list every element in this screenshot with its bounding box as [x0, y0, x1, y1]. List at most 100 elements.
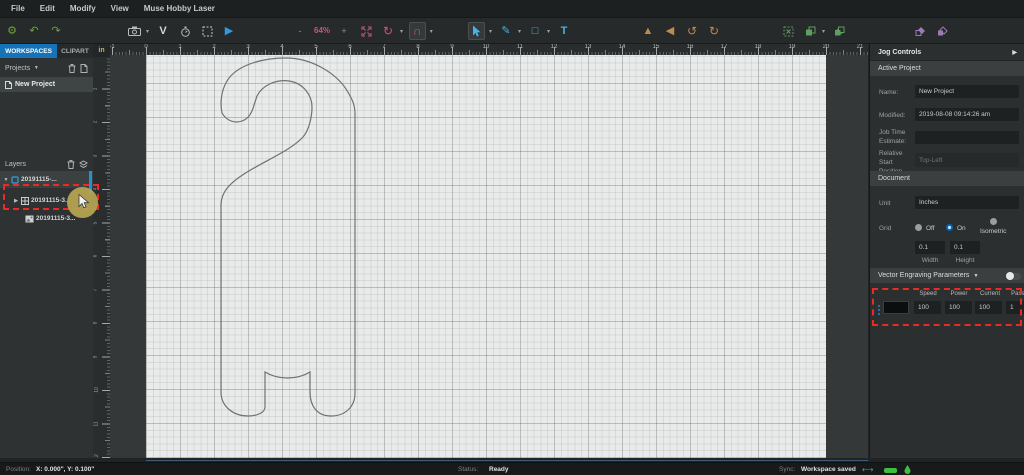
snap-magnet-icon[interactable]: ∩ — [409, 22, 426, 40]
select-tool-icon[interactable] — [468, 22, 485, 40]
menu-edit[interactable]: Edit — [40, 4, 55, 13]
connection-link-icon: ⟷ — [862, 465, 873, 474]
jog-controls-row[interactable]: Jog Controls ▶ — [870, 44, 1024, 61]
ruler-tick-number: 9 — [450, 44, 453, 50]
column-header-power: Power — [945, 291, 973, 297]
settings-gear-icon[interactable]: ⚙ — [4, 22, 20, 40]
horizontal-scrollbar-thumb[interactable] — [146, 460, 868, 461]
undo-icon[interactable]: ↶ — [26, 22, 42, 40]
frame-perimeter-icon[interactable] — [199, 22, 215, 40]
grid-height-input[interactable]: 0.1 — [950, 241, 980, 254]
ungroup-objects-icon[interactable] — [831, 22, 847, 40]
camera-caret-icon[interactable]: ▾ — [146, 28, 149, 35]
relative-start-select[interactable]: Top-Left — [915, 153, 1019, 167]
run-job-play-icon[interactable]: ▶ — [221, 22, 237, 40]
zoom-level-value[interactable]: 64% — [314, 22, 330, 40]
grid-isometric-radio[interactable] — [990, 218, 997, 225]
ruler-tick-number: 15 — [653, 44, 660, 50]
layer-expand-caret-icon[interactable]: ▼ — [3, 177, 9, 183]
pen-tool-icon[interactable]: ✎ — [498, 22, 514, 40]
grid-on-radio[interactable] — [946, 224, 953, 231]
layers-header: Layers — [0, 157, 93, 171]
canvas-page[interactable] — [146, 55, 826, 458]
power-input[interactable]: 100 — [945, 301, 972, 314]
zoom-out-button[interactable]: - — [292, 22, 308, 40]
ruler-tick-number: 5 — [314, 44, 317, 50]
add-node-icon[interactable] — [934, 22, 950, 40]
left-sidebar: WORKSPACES CLIPART Projects ▼ New Projec… — [0, 44, 93, 458]
position-label: Position: — [6, 466, 31, 473]
menu-file[interactable]: File — [11, 4, 25, 13]
project-name-input[interactable]: New Project — [915, 85, 1019, 98]
ruler-tick-number: 14 — [619, 44, 626, 50]
document-section-header[interactable]: Document — [870, 171, 1024, 186]
grid-on-label: On — [957, 225, 966, 232]
status-bar: Position: X: 0.000", Y: 0.100" Status: R… — [0, 462, 1024, 475]
modified-value: 2019-08-08 09:14:26 am — [915, 108, 1019, 121]
shape-tool-caret-icon[interactable]: ▾ — [547, 28, 550, 35]
grid-off-label: Off — [926, 225, 935, 232]
new-project-icon[interactable] — [80, 64, 88, 73]
rotate-ccw-icon[interactable]: ↺ — [684, 22, 700, 40]
door-hanger-shape[interactable] — [146, 55, 826, 458]
menu-view[interactable]: View — [111, 4, 129, 13]
snap-magnet-caret-icon[interactable]: ▾ — [430, 28, 433, 35]
menu-muse-hobby-laser[interactable]: Muse Hobby Laser — [144, 4, 215, 13]
layer-row-group[interactable]: ▼ 20191115-... — [0, 171, 93, 188]
vector-preview-icon[interactable]: V — [155, 22, 171, 40]
zoom-in-button[interactable]: + — [336, 22, 352, 40]
select-tool-caret-icon[interactable]: ▾ — [489, 28, 492, 35]
modified-label: Modified: — [879, 112, 905, 121]
group-caret-icon[interactable]: ▾ — [822, 28, 825, 35]
vector-params-toggle[interactable] — [1006, 273, 1021, 280]
tab-clipart[interactable]: CLIPART — [57, 44, 93, 58]
row-drag-handle[interactable] — [878, 305, 880, 315]
zoom-fit-expand-icon[interactable] — [358, 22, 374, 40]
text-tool-icon[interactable]: T — [556, 22, 572, 40]
rotate-view-caret-icon[interactable]: ▾ — [400, 28, 403, 35]
grid-width-input[interactable]: 0.1 — [915, 241, 945, 254]
canvas-viewport[interactable] — [110, 55, 868, 458]
selection-marquee-icon[interactable] — [780, 22, 796, 40]
ruler-unit-label: in — [93, 44, 110, 57]
flip-horizontal-icon[interactable]: ◀ — [662, 22, 678, 40]
active-project-section-header[interactable]: Active Project — [870, 61, 1024, 76]
application-window: File Edit Modify View Muse Hobby Laser ⚙… — [0, 0, 1024, 475]
toolbar-group-transform: ▲ ◀ ↺ ↻ — [640, 18, 722, 44]
stopwatch-icon[interactable] — [177, 22, 193, 40]
grid-isometric-label: Isometric — [980, 228, 1006, 235]
jog-controls-label: Jog Controls — [878, 49, 921, 56]
layer-color-swatch[interactable] — [883, 301, 909, 314]
grid-height-label: Height — [950, 257, 980, 266]
unit-select[interactable]: Inches — [915, 196, 1019, 209]
vector-params-caret-icon[interactable]: ▼ — [973, 273, 978, 279]
add-layer-icon[interactable] — [79, 160, 88, 169]
current-input[interactable]: 100 — [975, 301, 1002, 314]
rotate-cw-icon[interactable]: ↻ — [706, 22, 722, 40]
shape-tool-icon[interactable]: □ — [527, 22, 543, 40]
ruler-tick-number: 11 — [517, 44, 523, 50]
rotate-view-icon[interactable]: ↻ — [380, 22, 396, 40]
projects-caret-icon[interactable]: ▼ — [33, 65, 39, 71]
pen-tool-caret-icon[interactable]: ▾ — [518, 28, 521, 35]
redo-icon[interactable]: ↷ — [48, 22, 64, 40]
speed-input[interactable]: 100 — [914, 301, 941, 314]
delete-project-trash-icon[interactable] — [68, 64, 76, 73]
layer-label: 20191115-3... — [31, 197, 70, 204]
vector-params-section-header[interactable]: Vector Engraving Parameters ▼ — [870, 268, 1024, 283]
camera-icon[interactable] — [126, 22, 142, 40]
project-item-new-project[interactable]: New Project — [0, 77, 93, 92]
position-value: X: 0.000", Y: 0.100" — [36, 466, 94, 473]
ruler-tick-number: 6 — [348, 44, 351, 50]
edit-nodes-icon[interactable] — [912, 22, 928, 40]
grid-off-radio[interactable] — [915, 224, 922, 231]
layer-expand-caret-icon[interactable]: ▶ — [13, 198, 19, 204]
delete-layer-trash-icon[interactable] — [67, 160, 75, 169]
menu-modify[interactable]: Modify — [70, 4, 96, 13]
tab-workspaces[interactable]: WORKSPACES — [0, 44, 57, 58]
group-objects-icon[interactable] — [802, 22, 818, 40]
ruler-tick-number: 1 — [93, 87, 98, 90]
flip-vertical-icon[interactable]: ▲ — [640, 22, 656, 40]
passes-input[interactable]: 1 — [1006, 301, 1024, 314]
jog-controls-expand-icon[interactable]: ▶ — [1012, 49, 1017, 56]
